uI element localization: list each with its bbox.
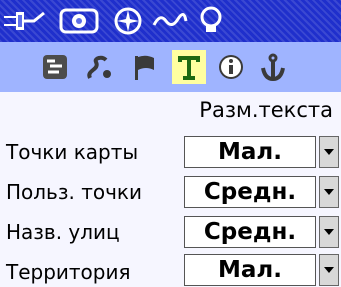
lightbulb-icon[interactable] [196, 5, 226, 37]
user-points-size-select[interactable]: Средн. [184, 176, 316, 208]
tab-info[interactable] [214, 50, 248, 84]
tab-routing[interactable] [82, 50, 116, 84]
chevron-down-icon [324, 149, 334, 155]
tab-map-settings[interactable] [38, 50, 72, 84]
chevron-down-icon [324, 189, 334, 195]
user-points-label: Польз. точки [6, 180, 142, 204]
tab-bar [0, 42, 341, 92]
text-size-header: Разм.текста [199, 98, 333, 122]
wave-icon[interactable] [152, 5, 188, 37]
user-points-dropdown-button[interactable] [319, 176, 339, 208]
street-names-dropdown-button[interactable] [319, 216, 339, 248]
device-icon[interactable] [58, 5, 100, 37]
chevron-down-icon [324, 229, 334, 235]
street-names-size-select[interactable]: Средн. [184, 216, 316, 248]
map-points-dropdown-button[interactable] [319, 136, 339, 168]
plug-icon[interactable] [4, 5, 50, 37]
top-toolbar [0, 0, 341, 42]
map-settings-icon [43, 55, 67, 79]
map-points-size-select[interactable]: Мал. [184, 136, 316, 168]
tab-text[interactable] [172, 50, 206, 84]
tab-flag[interactable] [128, 50, 162, 84]
street-names-label: Назв. улиц [6, 220, 120, 244]
territory-size-select[interactable]: Мал. [184, 254, 316, 286]
routing-icon [87, 55, 111, 79]
tab-marine[interactable] [256, 50, 290, 84]
text-icon [178, 56, 200, 80]
territory-label: Территория [6, 260, 131, 284]
territory-dropdown-button[interactable] [319, 254, 339, 286]
anchor-icon [261, 53, 285, 82]
text-size-settings: Разм.текста Точки карты Мал. Польз. точк… [0, 92, 341, 287]
chevron-down-icon [324, 267, 334, 273]
flag-icon [135, 55, 154, 80]
info-icon [219, 55, 243, 79]
map-points-label: Точки карты [6, 140, 139, 164]
compass-icon[interactable] [112, 5, 144, 37]
